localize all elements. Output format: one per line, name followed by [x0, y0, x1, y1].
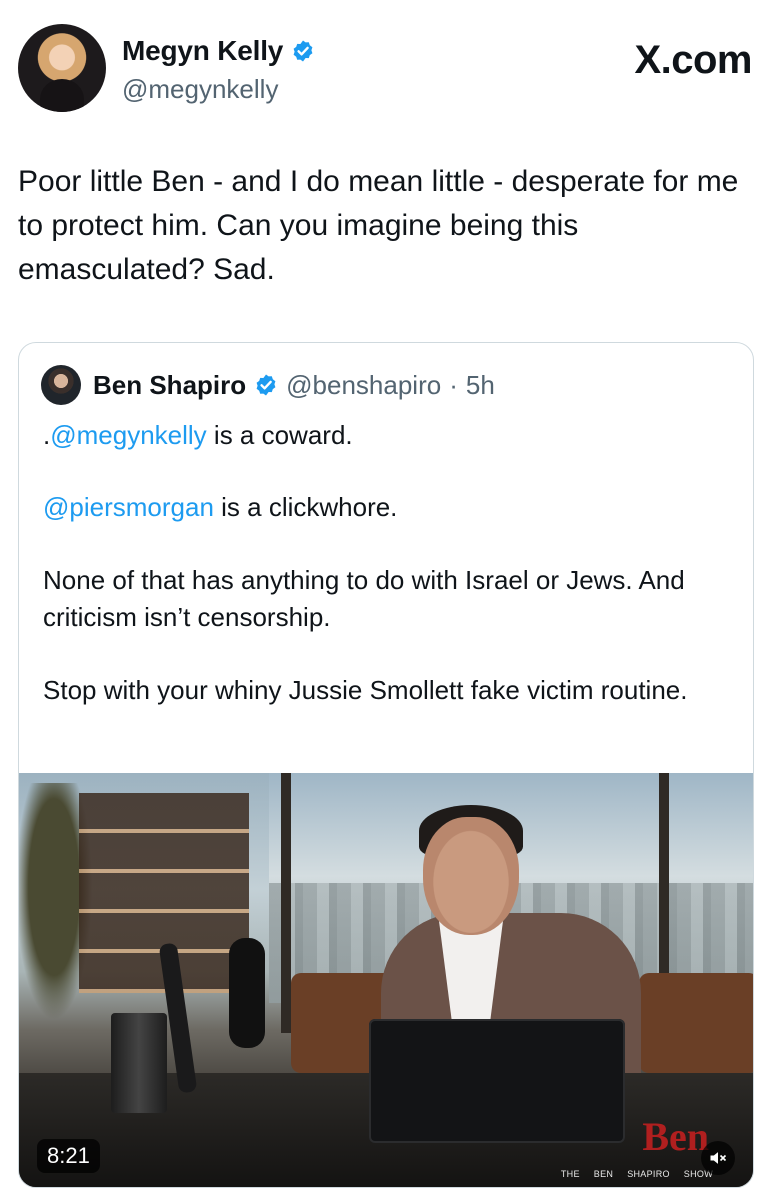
tweet-text: Poor little Ben - and I do mean little -…	[18, 165, 747, 286]
quoted-line-1: .@megynkelly is a coward.	[43, 417, 733, 454]
author-name-row: Megyn Kelly	[122, 34, 315, 68]
show-logo-word: BEN	[593, 1169, 614, 1179]
quoted-tweet-card[interactable]: Ben Shapiro @benshapiro · 5h .@megynkell…	[18, 342, 754, 1188]
video-mug	[111, 1013, 167, 1113]
video-laptop	[369, 1019, 625, 1143]
video-player[interactable]: Ben THE BEN SHAPIRO SHOW 8:21	[19, 773, 753, 1187]
verified-badge-icon	[293, 40, 313, 62]
show-logo-word: THE	[560, 1169, 580, 1179]
video-person-head	[423, 817, 519, 935]
show-logo-word: SHAPIRO	[627, 1169, 670, 1179]
show-logo-line: THE BEN SHAPIRO SHOW	[561, 1169, 713, 1179]
quoted-timestamp[interactable]: 5h	[466, 369, 495, 401]
mention-link-piersmorgan[interactable]: @piersmorgan	[43, 492, 214, 522]
quoted-paragraph-3: None of that has anything to do with Isr…	[43, 565, 685, 632]
quoted-author-handle[interactable]: @benshapiro	[286, 369, 441, 401]
quoted-line-2: @piersmorgan is a clickwhore.	[43, 489, 733, 526]
quoted-tweet-header: Ben Shapiro @benshapiro · 5h	[41, 365, 495, 405]
author-handle[interactable]: @megynkelly	[122, 74, 278, 104]
quoted-author-avatar[interactable]	[41, 365, 81, 405]
video-duration-badge: 8:21	[37, 1139, 100, 1173]
line-text: is a clickwhore.	[213, 492, 398, 522]
tweet-header: Megyn Kelly @megynkelly X.com	[18, 22, 754, 114]
show-logo: Ben	[642, 1114, 709, 1159]
quoted-tweet-body: .@megynkelly is a coward. @piersmorgan i…	[43, 417, 733, 709]
quoted-paragraph-4: Stop with your whiny Jussie Smollett fak…	[43, 675, 688, 705]
author-display-name[interactable]: Megyn Kelly	[122, 34, 283, 68]
window-frame	[281, 773, 291, 1033]
author-avatar[interactable]	[18, 24, 106, 112]
video-scene-chair	[639, 973, 753, 1073]
muted-speaker-icon	[710, 1152, 727, 1164]
video-microphone	[229, 938, 265, 1048]
site-watermark: X.com	[634, 38, 752, 82]
mute-button[interactable]	[701, 1141, 735, 1175]
meta-separator: ·	[449, 370, 458, 400]
line-text: is a coward.	[206, 420, 353, 450]
quoted-author-name[interactable]: Ben Shapiro	[93, 369, 246, 401]
verified-badge-icon	[256, 374, 276, 396]
mention-link-megynkelly[interactable]: @megynkelly	[50, 420, 206, 450]
